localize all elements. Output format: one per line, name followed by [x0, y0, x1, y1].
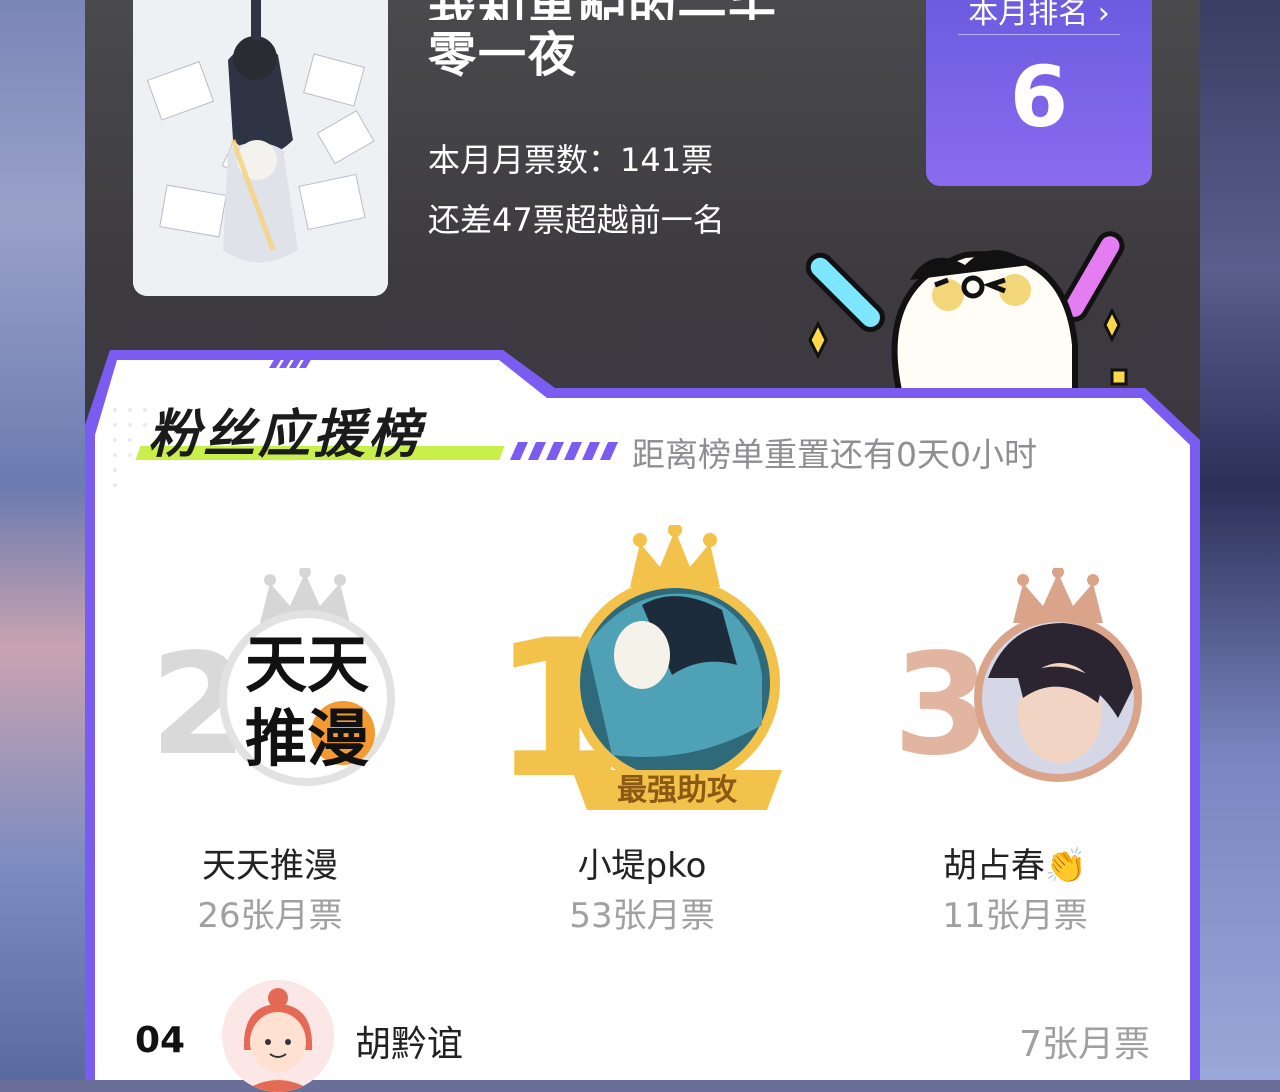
rank-2-avatar-text-top: 天天 [245, 628, 369, 701]
list-votes: 7张月票 [1019, 1024, 1150, 1065]
rank-2-avatar-icon: 2 天天 推漫 [150, 566, 395, 787]
reset-countdown: 距离榜单重置还有0天0小时 [632, 435, 1037, 474]
list-rank: 04 [135, 1020, 186, 1061]
monthly-rank-badge[interactable]: 本月排名 › 6 [926, 0, 1152, 186]
list-item[interactable]: 04 胡黔谊 7张月票 [85, 975, 1200, 1092]
monthly-votes-text: 本月月票数：141票 [428, 141, 714, 179]
podium-1-votes: 53张月票 [569, 896, 715, 936]
list-name: 胡黔谊 [355, 1024, 464, 1065]
comic-cover[interactable] [133, 0, 388, 296]
rank-2-avatar-text-bottom: 推漫 [245, 702, 369, 775]
podium-2-name: 天天推漫 [202, 846, 338, 886]
avatar [222, 980, 334, 1092]
podium-rank-2[interactable]: 2 天天 推漫 [145, 566, 405, 802]
comic-title-line1: 我和男配的一千 [428, 0, 778, 20]
fan-board-title: 粉丝应援榜 [148, 405, 424, 465]
rank-divider [958, 34, 1120, 35]
rank-3-avatar-icon: 3 [893, 566, 1142, 787]
podium-3-name: 胡占春👏 [942, 846, 1088, 886]
gap-text: 还差47票超越前一名 [428, 201, 725, 239]
podium-rank-1[interactable]: 1 最强助攻 [492, 523, 792, 829]
default-avatar-icon [222, 980, 334, 1092]
podium-2-votes: 26张月票 [197, 896, 343, 936]
comic-title[interactable]: 我和男配的一千 零一夜 [428, 0, 778, 90]
podium-1-name: 小堤pko [577, 846, 707, 886]
podium-3-votes: 11张月票 [942, 896, 1088, 936]
ribbon-label: 最强助攻 [617, 773, 738, 808]
rank-1-avatar-icon: 1 最强助攻 [492, 523, 782, 820]
stripes-decor-icon [510, 442, 618, 460]
monthly-rank-value: 6 [1009, 48, 1069, 146]
monthly-rank-label: 本月排名 › [968, 0, 1110, 31]
podium-rank-3[interactable]: 3 [888, 566, 1148, 802]
comic-title-line2: 零一夜 [428, 27, 579, 83]
